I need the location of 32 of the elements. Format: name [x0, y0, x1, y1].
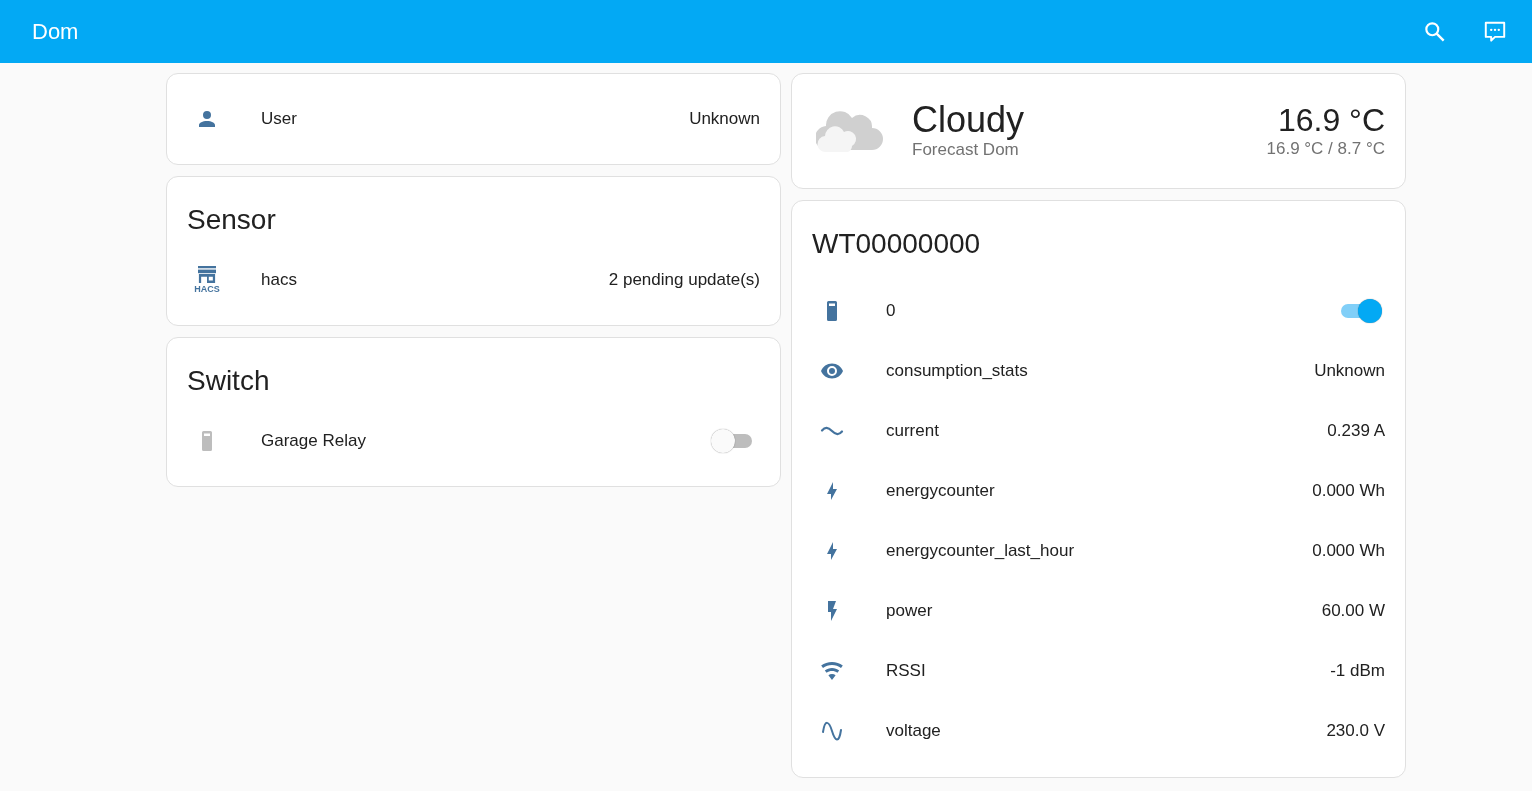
- entity-state: 0.239 A: [1327, 421, 1385, 441]
- entity-name[interactable]: 0: [886, 301, 1335, 321]
- entity-name[interactable]: energycounter: [886, 481, 1313, 501]
- entity-state: -1 dBm: [1330, 661, 1385, 681]
- entity-name[interactable]: energycounter_last_hour: [886, 541, 1313, 561]
- entity-state: 230.0 V: [1326, 721, 1385, 741]
- icon-caption: HACS: [194, 284, 220, 294]
- entity-name[interactable]: consumption_stats: [886, 361, 1315, 381]
- entity-state: 0.000 Wh: [1312, 481, 1385, 501]
- card-title: WT00000000: [812, 227, 982, 261]
- entity-name[interactable]: hacs: [261, 270, 609, 290]
- card-title: Switch: [187, 364, 271, 398]
- forecast-name: Forecast Dom: [912, 140, 1020, 160]
- temperature: 16.9 °C: [1277, 101, 1385, 139]
- app-title: Dom: [32, 18, 79, 45]
- weather-card[interactable]: Cloudy Forecast Dom 16.9 °C 16.9 °C / 8.7 °C: [791, 73, 1406, 189]
- store-icon: [196, 266, 218, 284]
- entity-name[interactable]: Garage Relay: [261, 431, 710, 451]
- entity-state: 0.000 Wh: [1312, 541, 1385, 561]
- weather-condition: Cloudy: [912, 100, 1026, 140]
- card-title: Sensor: [187, 203, 277, 237]
- entity-name[interactable]: current: [886, 421, 1328, 441]
- entity-state: Unknown: [1314, 361, 1385, 381]
- entity-name[interactable]: RSSI: [886, 661, 1331, 681]
- entity-state: 2 pending update(s): [608, 270, 760, 290]
- sine-wave-icon: [820, 719, 844, 743]
- entity-state: Unknown: [689, 109, 760, 129]
- entity-name[interactable]: User: [261, 109, 690, 129]
- entity-name[interactable]: voltage: [886, 721, 1327, 741]
- entity-name[interactable]: power: [886, 601, 1322, 621]
- entity-state: 60.00 W: [1321, 601, 1385, 621]
- temperature-range: 16.9 °C / 8.7 °C: [1266, 139, 1385, 159]
